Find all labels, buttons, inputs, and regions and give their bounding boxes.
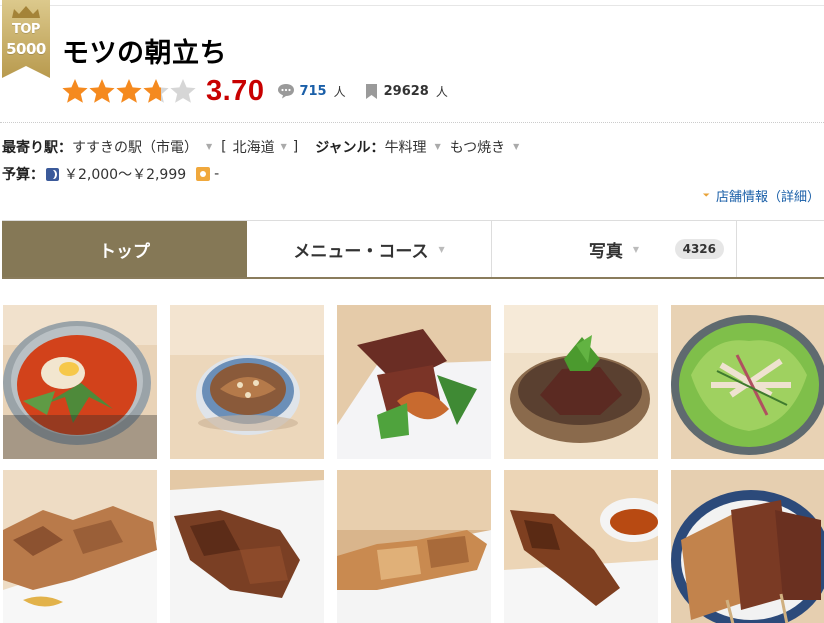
award-line2: 5000: [6, 40, 46, 58]
dinner-budget: ￥2,000～￥2,999: [64, 167, 187, 183]
tab-menu-label: メニュー・コース: [293, 241, 429, 262]
budget-label: 予算：: [2, 167, 44, 183]
photo-thumbnail[interactable]: [3, 470, 157, 623]
skewer-photo-icon: [504, 470, 658, 623]
station-dropdown-icon[interactable]: ▼: [206, 142, 212, 151]
rating-stars: [62, 78, 196, 104]
tab-photos-label: 写真: [588, 241, 623, 262]
header-divider: [0, 122, 824, 123]
skewer-photo-icon: [671, 470, 824, 623]
tab-photos[interactable]: 写真 ▼ 4326: [492, 221, 737, 277]
tataki-photo-icon: [337, 305, 491, 459]
top5000-award-badge[interactable]: TOP 5000: [2, 0, 50, 78]
photo-thumbnail[interactable]: [3, 305, 157, 459]
rating-row: 3.70 715 人 29628 人: [62, 74, 448, 108]
star-icon: [116, 79, 142, 103]
tab-photos-dropdown-icon: ▼: [632, 244, 640, 254]
review-count-link[interactable]: 715: [299, 84, 326, 99]
top-border: [0, 5, 824, 6]
photo-thumbnail[interactable]: [504, 305, 658, 459]
genre2-dropdown-icon[interactable]: ▼: [513, 142, 519, 151]
photo-thumbnail[interactable]: [504, 470, 658, 623]
star-icon: [62, 79, 88, 103]
bookmark-count: 29628: [383, 83, 429, 99]
detail-link-label: 店舗情報（詳細）: [715, 190, 820, 205]
photo-thumbnail[interactable]: [170, 470, 324, 623]
beef-bowl-photo-icon: [504, 305, 658, 459]
award-line1: TOP: [12, 22, 40, 37]
area-dropdown-icon[interactable]: ▼: [281, 142, 287, 151]
station-label: 最寄り駅：: [2, 140, 72, 156]
genre1-dropdown-icon[interactable]: ▼: [435, 142, 441, 151]
tab-menu-course[interactable]: メニュー・コース ▼: [247, 221, 492, 277]
lunch-budget: -: [214, 166, 220, 182]
photo-thumbnail[interactable]: [337, 470, 491, 623]
star-icon: [143, 79, 169, 103]
skewer-photo-icon: [337, 470, 491, 623]
review-count-unit: 人: [333, 84, 346, 99]
genre-label: ジャンル：: [315, 140, 385, 156]
area-link[interactable]: 北海道: [233, 137, 275, 157]
tab-top-label: トップ: [99, 241, 150, 262]
tab-top[interactable]: トップ: [2, 221, 247, 277]
tab-more[interactable]: [737, 221, 824, 277]
tab-menu-dropdown-icon: ▼: [438, 244, 445, 254]
salad-photo-icon: [671, 305, 824, 459]
dish-photo-icon: [170, 305, 324, 459]
shop-detail-link[interactable]: ⏷ 店舗情報（詳細）: [703, 186, 820, 205]
budget-row: 予算： ￥2,000～￥2,999 -: [2, 164, 219, 184]
photo-thumbnail[interactable]: [671, 305, 824, 459]
bookmark-icon: [365, 83, 377, 99]
skewer-photo-icon: [170, 470, 324, 623]
rating-score: 3.70: [206, 74, 265, 107]
star-icon: [170, 79, 196, 103]
restaurant-name: モツの朝立ち: [62, 38, 227, 69]
lunch-sun-icon: [196, 167, 211, 181]
photo-grid: [3, 305, 824, 623]
genre-link-2[interactable]: もつ焼き: [450, 137, 505, 157]
area-bracket-open: [: [221, 139, 227, 155]
dinner-moon-icon: [46, 167, 59, 181]
area-bracket-close: ]: [292, 139, 299, 155]
station-link[interactable]: すすきの駅（市電）: [72, 137, 198, 157]
skewer-photo-icon: [3, 470, 157, 623]
review-bubble-icon: [278, 84, 295, 99]
photo-thumbnail[interactable]: [170, 305, 324, 459]
station-genre-row: 最寄り駅： すすきの駅（市電） ▼ [ 北海道 ▼ ] ジャンル： 牛料理 ▼ …: [2, 137, 528, 157]
bookmark-count-unit: 人: [435, 84, 448, 99]
stew-photo-icon: [3, 305, 157, 459]
photo-thumbnail[interactable]: [671, 470, 824, 623]
star-icon: [89, 79, 115, 103]
genre-link-1[interactable]: 牛料理: [385, 137, 427, 157]
photo-count-badge: 4326: [674, 239, 724, 259]
tab-bar: トップ メニュー・コース ▼ 写真 ▼ 4326: [2, 220, 824, 279]
award-ribbon-icon: [2, 0, 50, 78]
photo-thumbnail[interactable]: [337, 305, 491, 459]
detail-arrow-icon: ⏷: [702, 190, 710, 201]
